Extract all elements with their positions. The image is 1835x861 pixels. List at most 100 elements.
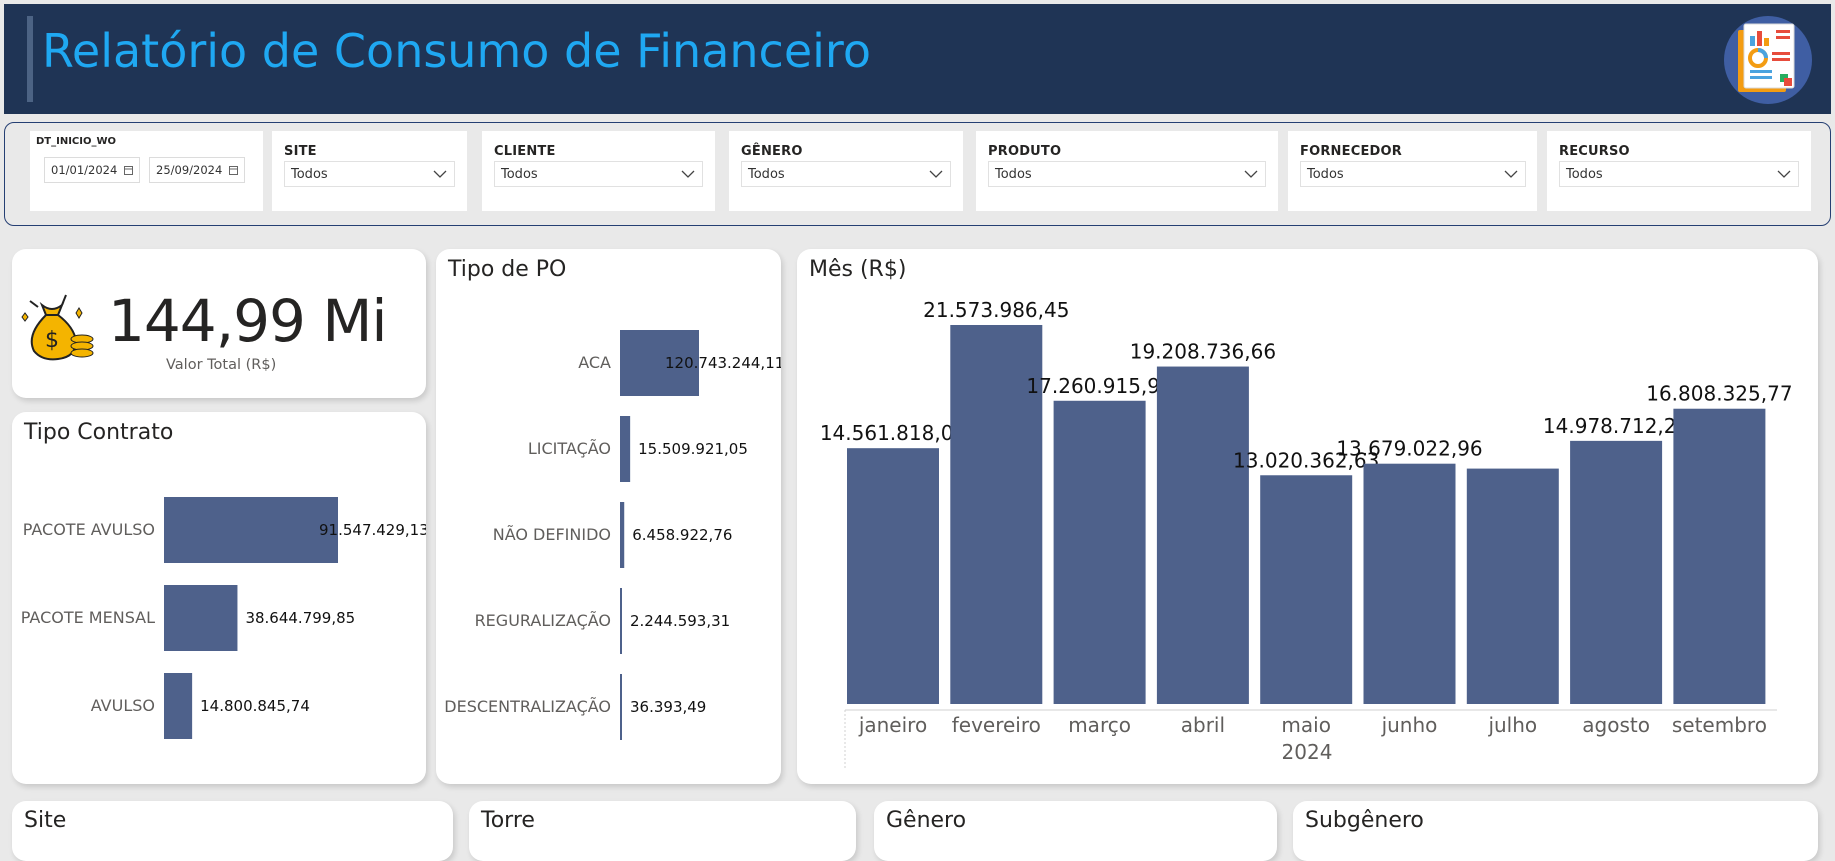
bar[interactable] (164, 673, 193, 739)
bar[interactable] (164, 585, 238, 651)
data-label: 14.561.818,03 (820, 421, 966, 445)
end-date-input[interactable]: 25/09/2024 (149, 157, 245, 183)
produto-dropdown[interactable]: Todos (988, 161, 1266, 187)
category-label: AVULSO (91, 696, 155, 715)
site-dropdown-value: Todos (291, 167, 328, 182)
chevron-down-icon[interactable] (1776, 166, 1792, 182)
genero-card-title: Gênero (886, 808, 967, 833)
category-label: PACOTE AVULSO (23, 520, 155, 539)
data-label: 36.393,49 (630, 698, 706, 716)
category-label: ACA (578, 353, 611, 372)
bar[interactable] (1570, 440, 1663, 704)
category-label: LICITAÇÃO (528, 439, 611, 458)
x-tick-label: março (1068, 713, 1131, 737)
bar[interactable] (1673, 408, 1766, 704)
tipo-contrato-chart: PACOTE AVULSO 91.547.429,13 PACOTE MENSAL 3… (21, 497, 426, 739)
data-label: 14.800.845,74 (200, 697, 310, 715)
kpi-total-value: 144,99 Mi (108, 287, 388, 355)
header-accent-bar (27, 16, 33, 102)
recurso-slicer: RECURSO Todos (1547, 131, 1811, 211)
bar[interactable] (1260, 475, 1353, 704)
tipo-po-card[interactable]: Tipo de PO ACA 120.743.244,11 LICITAÇÃO 15.… (436, 249, 781, 784)
date-range-slicer: DT_INICIO_WO 01/01/2024 25/09/2024 (30, 131, 263, 211)
category-label: REGURALIZAÇÃO (475, 611, 611, 630)
subgenero-card[interactable]: Subgênero (1293, 801, 1818, 861)
data-label: 120.743.244,11 (665, 354, 781, 372)
x-tick-label: fevereiro (952, 713, 1041, 737)
mes-card[interactable]: Mês (R$) 14.561.818,03 janeiro 21.573.986,… (797, 249, 1818, 784)
fornecedor-dropdown[interactable]: Todos (1300, 161, 1526, 187)
data-label: 13.679.022,96 (1336, 437, 1482, 461)
kpi-total-card[interactable]: $ 144,99 Mi Valor Total (R$) (12, 249, 426, 398)
torre-card[interactable]: Torre (469, 801, 856, 861)
category-label: NÃO DEFINIDO (493, 525, 611, 544)
fornecedor-slicer: FORNECEDOR Todos (1288, 131, 1537, 211)
calendar-icon[interactable] (124, 165, 133, 175)
x-group-label: 2024 (1282, 740, 1333, 764)
filter-panel: DT_INICIO_WO 01/01/2024 25/09/2024 SITE … (4, 122, 1831, 226)
data-label: 21.573.986,45 (923, 298, 1069, 322)
recurso-slicer-label: RECURSO (1559, 144, 1630, 159)
data-label: 16.808.325,77 (1646, 382, 1792, 406)
fornecedor-slicer-label: FORNECEDOR (1300, 144, 1402, 159)
x-tick-label: janeiro (858, 713, 927, 737)
cliente-slicer-label: CLIENTE (494, 144, 556, 159)
genero-dropdown[interactable]: Todos (741, 161, 951, 187)
category-label: PACOTE MENSAL (21, 608, 155, 627)
date-slicer-label: DT_INICIO_WO (36, 136, 117, 147)
start-date-input[interactable]: 01/01/2024 (44, 157, 140, 183)
data-label: 17.260.915,96 (1026, 374, 1172, 398)
cliente-dropdown-value: Todos (501, 167, 538, 182)
bar[interactable] (1156, 366, 1249, 704)
bar[interactable] (1466, 468, 1559, 704)
money-bag-icon: $ (21, 294, 94, 361)
x-tick-label: agosto (1582, 713, 1650, 737)
produto-slicer: PRODUTO Todos (976, 131, 1278, 211)
bar[interactable] (620, 674, 622, 740)
chevron-down-icon[interactable] (1243, 166, 1259, 182)
bar[interactable] (1363, 463, 1456, 704)
svg-text:$: $ (45, 328, 59, 353)
fornecedor-dropdown-value: Todos (1307, 167, 1344, 182)
genero-slicer-label: GÊNERO (741, 144, 803, 159)
x-tick-label: abril (1181, 713, 1225, 737)
site-slicer: SITE Todos (272, 131, 467, 211)
start-date-value: 01/01/2024 (51, 163, 118, 177)
chevron-down-icon[interactable] (680, 166, 696, 182)
data-label: 6.458.922,76 (632, 526, 732, 544)
tipo-contrato-card[interactable]: Tipo Contrato PACOTE AVULSO 91.547.429,13… (12, 412, 426, 784)
recurso-dropdown-value: Todos (1566, 167, 1603, 182)
bar[interactable] (164, 497, 338, 563)
chevron-down-icon[interactable] (1503, 166, 1519, 182)
site-card-title: Site (24, 808, 67, 833)
category-label: DESCENTRALIZAÇÃO (444, 697, 611, 716)
data-label: 15.509.921,05 (638, 440, 748, 458)
report-document-icon (1724, 16, 1812, 104)
x-tick-label: junho (1381, 713, 1438, 737)
recurso-dropdown[interactable]: Todos (1559, 161, 1799, 187)
produto-slicer-label: PRODUTO (988, 144, 1062, 159)
chevron-down-icon[interactable] (928, 166, 944, 182)
site-card[interactable]: Site (12, 801, 453, 861)
bar[interactable] (620, 416, 631, 482)
end-date-value: 25/09/2024 (156, 163, 223, 177)
genero-dropdown-value: Todos (748, 167, 785, 182)
site-dropdown[interactable]: Todos (284, 161, 455, 187)
mes-chart: 14.561.818,03 janeiro 21.573.986,45 feverei… (820, 298, 1793, 769)
calendar-icon[interactable] (229, 165, 238, 175)
genero-slicer: GÊNERO Todos (729, 131, 963, 211)
x-tick-label: maio (1281, 713, 1331, 737)
torre-card-title: Torre (481, 808, 535, 833)
bar[interactable] (620, 588, 622, 654)
genero-card[interactable]: Gênero (874, 801, 1277, 861)
cliente-slicer: CLIENTE Todos (482, 131, 715, 211)
bar[interactable] (847, 448, 939, 704)
cliente-dropdown[interactable]: Todos (494, 161, 703, 187)
site-slicer-label: SITE (284, 144, 317, 159)
chevron-down-icon[interactable] (432, 166, 448, 182)
page-title: Relatório de Consumo de Financeiro (42, 24, 871, 78)
bar[interactable] (1053, 400, 1146, 704)
bar[interactable] (620, 502, 625, 568)
x-tick-label: julho (1487, 713, 1537, 737)
data-label: 19.208.736,66 (1130, 340, 1276, 364)
